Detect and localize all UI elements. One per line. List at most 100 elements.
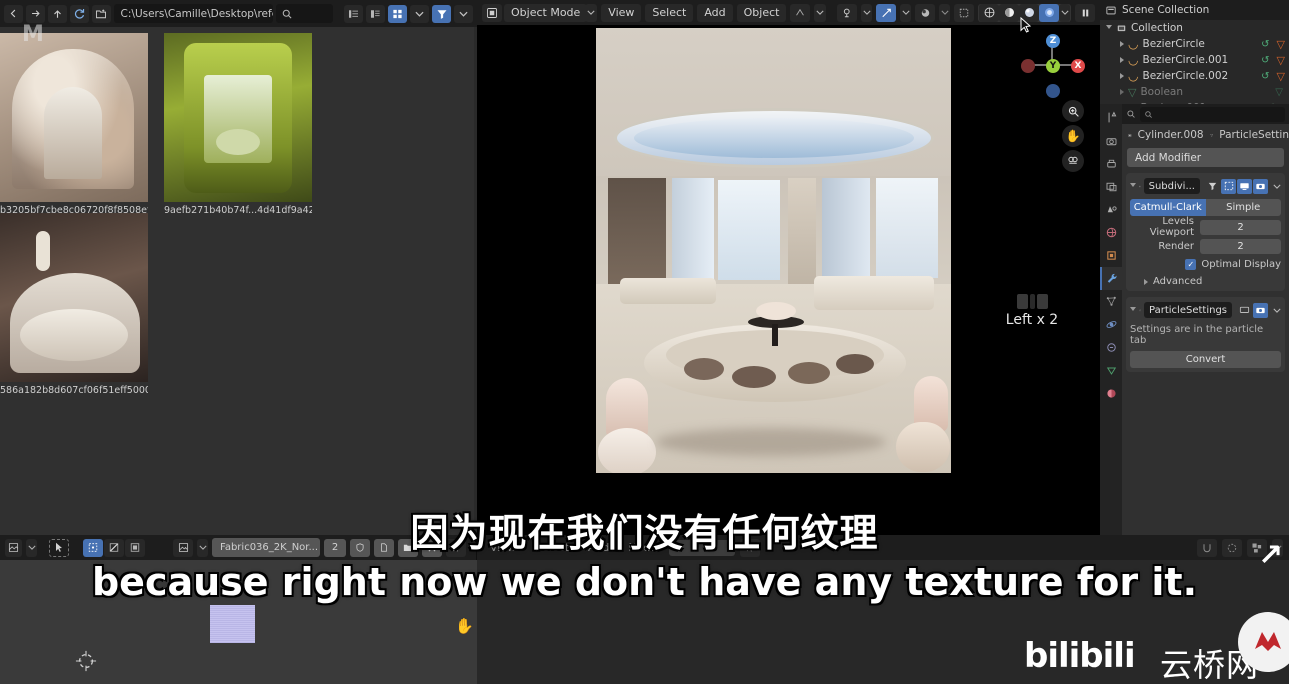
menu-view[interactable]: View — [601, 3, 642, 22]
image-users-count[interactable]: 2 — [324, 538, 346, 557]
disclosure-triangle-icon[interactable] — [1120, 89, 1124, 95]
view-options-chevron-down-icon[interactable] — [410, 4, 430, 23]
forward-icon[interactable] — [25, 4, 45, 23]
outliner-row-boolean[interactable]: ▽ Boolean ▽ — [1106, 84, 1289, 100]
disclosure-triangle-icon[interactable] — [1120, 57, 1124, 63]
gizmo-axis-z-neg[interactable] — [1046, 84, 1060, 98]
data-badge-icon[interactable]: ▽ — [1277, 38, 1289, 51]
disclosure-triangle-icon[interactable] — [1120, 41, 1124, 47]
viewport-canvas[interactable]: Z Y X ✋ Left x 2 — [477, 17, 1100, 535]
transform-orientation-icon[interactable] — [790, 3, 811, 22]
disclosure-triangle-icon[interactable] — [1130, 306, 1136, 314]
image-name-input[interactable]: Fabric036_2K_Nor... — [212, 538, 320, 557]
gizmo-axis-z[interactable]: Z — [1046, 34, 1060, 48]
new-image-icon[interactable] — [374, 538, 394, 557]
object-icon[interactable] — [1128, 130, 1132, 141]
properties-tab-particles[interactable] — [1100, 290, 1122, 313]
disclosure-triangle-icon[interactable] — [1106, 24, 1112, 32]
editor-chevron-down-icon[interactable] — [26, 538, 37, 557]
list-view-icon[interactable] — [344, 4, 364, 23]
optimal-display-checkbox[interactable]: ✓ — [1185, 259, 1197, 270]
new-folder-icon[interactable] — [91, 4, 111, 23]
properties-tab-tool[interactable] — [1100, 106, 1122, 129]
vertex-select-icon[interactable] — [83, 538, 103, 557]
unlink-x-icon[interactable] — [422, 538, 442, 557]
render-levels-value[interactable]: 2 — [1200, 238, 1281, 254]
gizmo-axis-x[interactable]: X — [1071, 59, 1085, 73]
zoom-icon[interactable] — [1062, 100, 1084, 122]
image-datablock-icon[interactable] — [173, 538, 193, 557]
image-chevron-down-icon[interactable] — [197, 538, 208, 557]
mode-chevron-down-icon[interactable] — [585, 3, 598, 22]
snap-chevron-down-icon[interactable] — [861, 3, 872, 22]
mode-selector[interactable]: Object Mode — [504, 3, 588, 22]
properties-tab-scene[interactable] — [1100, 198, 1122, 221]
node-menu-select[interactable]: Select — [528, 539, 576, 557]
render-display-icon[interactable] — [1253, 178, 1268, 194]
filter-icon[interactable] — [432, 4, 452, 23]
properties-tab-view-layer[interactable] — [1100, 175, 1122, 198]
modifier-badge-icon[interactable]: ↺ — [1261, 39, 1272, 50]
overlay-icon[interactable] — [1222, 538, 1242, 557]
file-browser-grid[interactable]: b3205bf7cbe8c06720f8f8508eff27... 9aefb2… — [0, 27, 477, 535]
detail-view-icon[interactable] — [366, 4, 386, 23]
menu-add[interactable]: Add — [697, 3, 733, 22]
disclosure-triangle-icon[interactable] — [1130, 182, 1136, 190]
open-folder-icon[interactable] — [398, 538, 418, 557]
option-simple[interactable]: Simple — [1205, 199, 1281, 216]
tweak-cursor-icon[interactable] — [49, 538, 69, 557]
show-gizmo-icon[interactable] — [954, 3, 974, 22]
snap-magnet-icon[interactable] — [837, 3, 857, 22]
node-menu-add[interactable]: Add — [581, 539, 616, 557]
proportional-edit-icon[interactable] — [876, 3, 896, 22]
filter-chevron-down-icon[interactable] — [454, 4, 473, 23]
levels-viewport-value[interactable]: 2 — [1200, 219, 1281, 235]
outliner-row-beziercircle[interactable]: ◡ BezierCircle ↺ ▽ — [1106, 36, 1289, 52]
modifier-name-input[interactable]: Subdivi... — [1143, 178, 1200, 194]
data-badge-icon[interactable]: ▽ — [1277, 70, 1289, 83]
file-item[interactable]: 9aefb271b40b74f...4d41df9a42330.jpg — [164, 33, 312, 216]
modifier-menu-chevron-down-icon[interactable] — [1273, 307, 1281, 314]
particles-icon[interactable] — [1210, 130, 1214, 141]
breadcrumb-particles[interactable]: ParticleSettin — [1219, 129, 1289, 141]
pause-render-icon[interactable] — [1075, 3, 1095, 22]
face-select-icon[interactable] — [125, 538, 145, 557]
realtime-display-icon[interactable] — [1237, 178, 1252, 194]
navigation-gizmo[interactable]: Z Y X — [1017, 30, 1087, 100]
modifier-badge-icon[interactable]: ↺ — [1261, 55, 1272, 66]
outliner-row-beziercircle-002[interactable]: ◡ BezierCircle.002 ↺ ▽ — [1106, 68, 1289, 84]
menu-select[interactable]: Select — [645, 3, 694, 22]
shading-chevron-down-icon[interactable] — [1059, 3, 1070, 22]
fake-user-shield-icon[interactable] — [350, 538, 370, 557]
viewport-visibility-icon[interactable] — [915, 3, 935, 22]
refresh-icon[interactable] — [69, 4, 89, 23]
path-input[interactable]: C:\Users\Camille\Desktop\references\ — [113, 4, 273, 23]
outliner-row-collection[interactable]: Collection — [1106, 20, 1289, 36]
edge-select-icon[interactable] — [104, 538, 124, 557]
editor-type-button[interactable] — [5, 538, 22, 557]
search-input[interactable] — [275, 4, 333, 23]
editor-outliner-icon[interactable] — [1105, 5, 1117, 16]
back-icon[interactable] — [4, 4, 23, 23]
fabric-texture-preview[interactable] — [210, 605, 255, 643]
modifier-menu-chevron-down-icon[interactable] — [1273, 183, 1281, 190]
advanced-section[interactable]: Advanced — [1130, 276, 1281, 287]
proportional-chevron-down-icon[interactable] — [900, 3, 911, 22]
file-item[interactable]: 586a182b8d607cf06f51eff500002... — [0, 213, 148, 396]
properties-tab-object[interactable] — [1100, 244, 1122, 267]
pan-hand-icon[interactable]: ✋ — [1062, 125, 1084, 147]
shading-rendered-icon[interactable] — [1039, 3, 1059, 22]
properties-tab-world[interactable] — [1100, 221, 1122, 244]
properties-tab-render[interactable] — [1100, 129, 1122, 152]
properties-search-input[interactable] — [1140, 106, 1285, 122]
menu-object[interactable]: Object — [736, 3, 787, 22]
properties-tab-constraints[interactable] — [1100, 336, 1122, 359]
visibility-chevron-down-icon[interactable] — [939, 3, 950, 22]
properties-tab-physics[interactable] — [1100, 313, 1122, 336]
camera-view-icon[interactable] — [1062, 150, 1084, 172]
gizmo-axis-x-neg[interactable] — [1021, 59, 1035, 73]
disclosure-triangle-icon[interactable] — [1144, 278, 1148, 285]
render-display-icon[interactable] — [1253, 302, 1268, 318]
file-item[interactable]: b3205bf7cbe8c06720f8f8508eff27... — [0, 33, 148, 216]
editor-type-button[interactable] — [482, 3, 502, 22]
